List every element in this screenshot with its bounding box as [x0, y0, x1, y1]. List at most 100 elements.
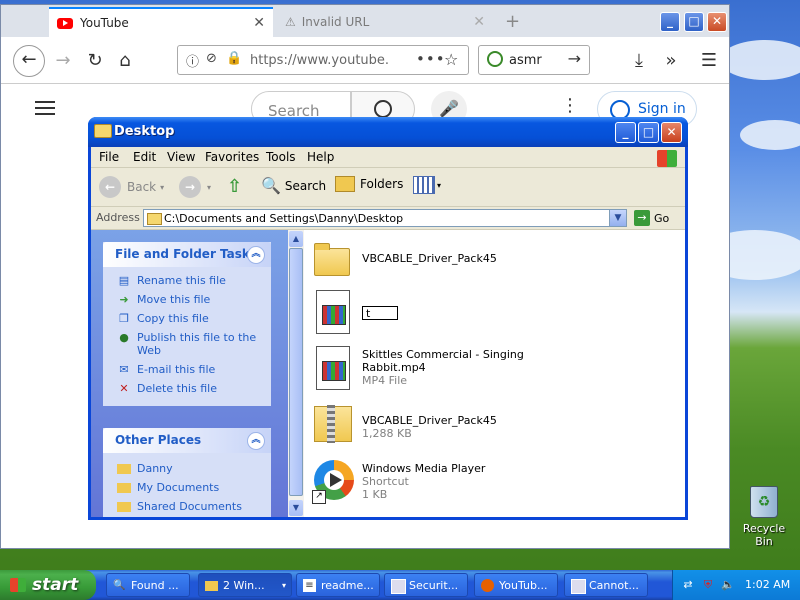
bookmark-star-icon[interactable]: ☆ [444, 50, 458, 69]
volume-icon[interactable]: 🔈 [721, 578, 735, 591]
email-icon: ✉ [119, 363, 129, 376]
close-tab-icon[interactable]: ✕ [253, 15, 265, 31]
up-folder-button[interactable]: ⇧ [227, 176, 242, 197]
guide-menu-icon[interactable] [35, 101, 55, 115]
taskbar-youtube[interactable]: YouTub... [474, 573, 558, 597]
file-type: Shortcut [362, 475, 409, 488]
collapse-icon[interactable]: ︽ [247, 246, 265, 264]
address-text[interactable]: C:\Documents and Settings\Danny\Desktop [164, 212, 403, 225]
search-button[interactable]: 🔍 Search [261, 176, 326, 195]
task-move[interactable]: ➜ Move this file [103, 290, 271, 309]
start-button[interactable]: start [0, 570, 96, 600]
menu-icon[interactable]: ☰ [695, 47, 723, 75]
place-shared-documents[interactable]: Shared Documents [103, 497, 271, 516]
url-text[interactable]: https://www.youtube. [250, 53, 390, 68]
forward-button[interactable]: → ▾ [179, 176, 211, 198]
more-options-icon[interactable]: ⋮ [561, 95, 579, 116]
folder-icon [94, 124, 112, 138]
back-button[interactable]: ← [13, 45, 45, 77]
tab-youtube[interactable]: YouTube ✕ [49, 7, 273, 37]
file-item[interactable]: ↗ Windows Media Player Shortcut 1 KB [312, 460, 672, 508]
windows-flag-icon [657, 150, 677, 167]
permissions-icon[interactable]: ⊘ [206, 51, 217, 66]
taskbar-security[interactable]: Securit... [384, 573, 468, 597]
menu-bar: File Edit View Favorites Tools Help [91, 147, 685, 168]
network-icon[interactable]: ⇄ [681, 578, 695, 591]
recycle-bin-icon: ♻ [750, 486, 778, 518]
new-tab-button[interactable]: + [505, 11, 520, 32]
task-copy[interactable]: ❐ Copy this file [103, 309, 271, 328]
back-button[interactable]: ← Back ▾ [99, 176, 164, 198]
file-item[interactable]: VBCABLE_Driver_Pack45 [312, 238, 672, 286]
menu-help[interactable]: Help [307, 150, 334, 164]
menu-view[interactable]: View [167, 150, 195, 164]
overflow-icon[interactable]: » [657, 47, 685, 75]
clock[interactable]: 1:02 AM [745, 578, 790, 591]
maximize-button[interactable]: □ [638, 122, 659, 143]
task-publish[interactable]: ● Publish this file to the Web [103, 328, 271, 360]
file-tasks-header[interactable]: File and Folder Tasks ︽ [103, 242, 271, 267]
lock-icon[interactable]: 🔒 [226, 51, 242, 66]
place-danny[interactable]: Danny [103, 459, 271, 478]
scroll-down-icon[interactable]: ▼ [289, 500, 303, 516]
recycle-bin[interactable]: ♻ Recycle Bin [736, 486, 792, 548]
taskbar-readme[interactable]: ≡ readme... [296, 573, 380, 597]
page-actions-icon[interactable]: ••• [416, 50, 446, 68]
zip-folder-icon [314, 405, 352, 443]
home-button[interactable]: ⌂ [111, 47, 139, 75]
folders-button[interactable]: Folders [335, 176, 403, 192]
task-rename[interactable]: ▤ Rename this file [103, 271, 271, 290]
recycle-bin-label: Recycle Bin [742, 522, 786, 548]
close-button[interactable]: ✕ [661, 122, 682, 143]
security-alert-icon[interactable]: ⛨ [701, 578, 715, 592]
tab-bar: YouTube ✕ ⚠ Invalid URL ✕ + _ □ ✕ [1, 5, 729, 37]
close-button[interactable]: ✕ [707, 12, 727, 32]
place-my-documents[interactable]: My Documents [103, 478, 271, 497]
scroll-up-icon[interactable]: ▲ [289, 231, 303, 247]
reload-button[interactable]: ↻ [81, 47, 109, 75]
firefox-icon [481, 579, 494, 592]
download-icon[interactable]: ⤓ [625, 47, 653, 75]
media-file-icon [316, 346, 350, 390]
start-label: start [32, 575, 79, 595]
minimize-button[interactable]: _ [660, 12, 680, 32]
scroll-thumb[interactable] [289, 248, 303, 496]
search-box[interactable]: asmr → [478, 45, 590, 75]
tab-invalid-url[interactable]: ⚠ Invalid URL ✕ [277, 7, 493, 37]
address-input[interactable]: C:\Documents and Settings\Danny\Desktop … [143, 209, 627, 227]
search-go-icon[interactable]: → [568, 49, 581, 68]
menu-file[interactable]: File [99, 150, 119, 164]
minimize-button[interactable]: _ [615, 122, 636, 143]
tab-title: YouTube [80, 16, 129, 30]
forward-button[interactable]: → [49, 47, 77, 75]
close-tab-icon[interactable]: ✕ [473, 14, 485, 30]
other-places-header[interactable]: Other Places ︽ [103, 428, 271, 453]
chevron-down-icon[interactable]: ▼ [609, 210, 626, 226]
menu-edit[interactable]: Edit [133, 150, 156, 164]
rename-input[interactable]: t [362, 306, 398, 320]
up-folder-icon: ⇧ [227, 176, 243, 197]
title-bar[interactable]: Desktop _ □ ✕ [88, 117, 688, 147]
file-item[interactable]: Skittles Commercial - Singing Rabbit.mp4… [312, 346, 672, 394]
views-button[interactable]: ▾ [413, 176, 441, 194]
menu-tools[interactable]: Tools [266, 150, 296, 164]
maximize-button[interactable]: □ [684, 12, 704, 32]
magnifier-icon: 🔍 [261, 176, 281, 195]
desktop: YouTube ✕ ⚠ Invalid URL ✕ + _ □ ✕ ← → ↻ … [0, 0, 800, 600]
file-item[interactable]: VBCABLE_Driver_Pack45 1,288 KB [312, 402, 672, 450]
task-email[interactable]: ✉ E-mail this file [103, 360, 271, 379]
task-delete[interactable]: ✕ Delete this file [103, 379, 271, 398]
collapse-icon[interactable]: ︽ [247, 432, 265, 450]
task-pane-scrollbar[interactable]: ▲ ▼ [288, 230, 304, 517]
media-file-icon [316, 290, 350, 334]
info-icon[interactable]: ⓘ [186, 51, 199, 70]
search-text[interactable]: asmr [509, 53, 542, 68]
back-label: Back [127, 180, 157, 194]
taskbar-windows-group[interactable]: 2 Win... ▾ [198, 573, 292, 597]
file-item-renaming[interactable]: t [312, 290, 672, 338]
taskbar-found[interactable]: 🔍 Found ... [106, 573, 190, 597]
menu-favorites[interactable]: Favorites [205, 150, 259, 164]
url-bar[interactable]: ⓘ ⊘ 🔒 https://www.youtube. ••• ☆ [177, 45, 469, 75]
go-button[interactable]: → Go [634, 210, 669, 226]
taskbar-cannot[interactable]: Cannot... [564, 573, 648, 597]
